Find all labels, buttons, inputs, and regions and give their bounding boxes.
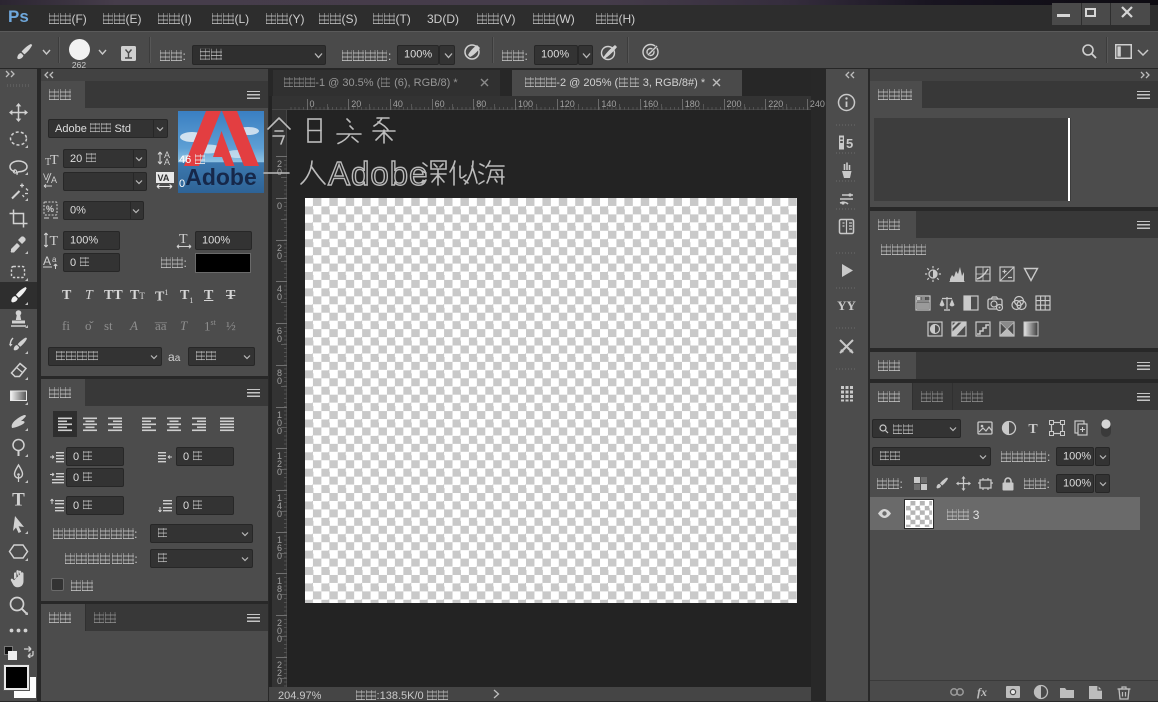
- svg-text:%: %: [46, 204, 54, 214]
- svg-text:5: 5: [846, 136, 853, 151]
- svg-text:T: T: [12, 489, 25, 510]
- svg-text:fx: fx: [977, 685, 987, 699]
- svg-text:A: A: [164, 157, 170, 166]
- svg-text:A: A: [51, 175, 57, 185]
- svg-text:T: T: [1028, 422, 1038, 436]
- svg-text:T: T: [50, 153, 59, 166]
- svg-text:A: A: [43, 254, 51, 268]
- svg-text:YY: YY: [837, 298, 856, 313]
- svg-text:T: T: [179, 232, 188, 247]
- svg-text:VA: VA: [158, 173, 170, 183]
- svg-text:Adobe: Adobe: [185, 164, 257, 190]
- svg-text:T: T: [50, 234, 59, 249]
- svg-text:a: a: [52, 255, 57, 264]
